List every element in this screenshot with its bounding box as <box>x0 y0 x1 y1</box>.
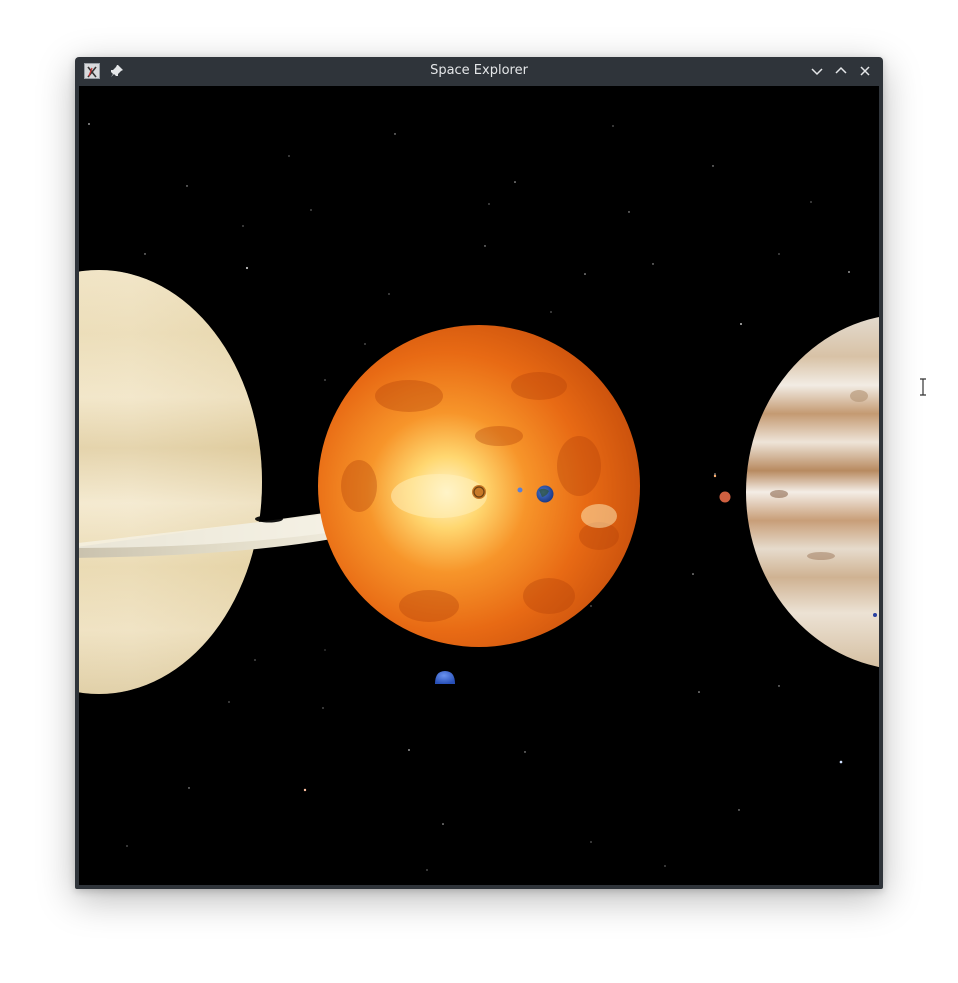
text-cursor-icon <box>920 378 926 396</box>
window-title: Space Explorer <box>430 63 528 78</box>
3d-viewport[interactable] <box>79 86 879 885</box>
maximize-icon[interactable] <box>832 62 850 80</box>
earth <box>536 485 554 503</box>
title-bar[interactable]: Space Explorer <box>75 57 883 86</box>
venus <box>517 487 523 493</box>
close-icon[interactable] <box>856 62 874 80</box>
app-window: Space Explorer <box>75 57 883 889</box>
mars <box>719 491 731 503</box>
mercury <box>472 485 486 499</box>
minimize-icon[interactable] <box>808 62 826 80</box>
space-scene <box>79 86 879 885</box>
